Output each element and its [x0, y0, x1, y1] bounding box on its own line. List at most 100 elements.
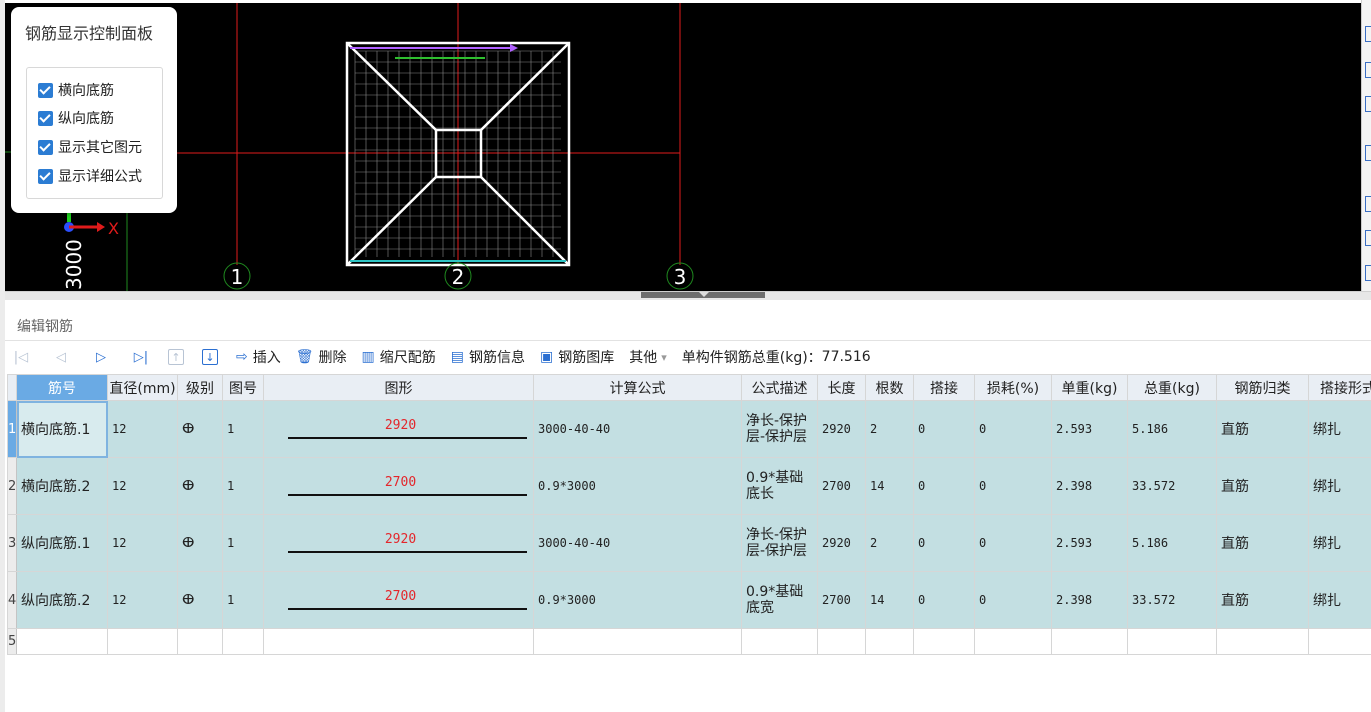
- table-row[interactable]: 2 横向底筋.2 12 ⴲ 1 2700 0.9*3000 0.9*基础底长 2…: [7, 457, 1371, 515]
- empty-cell[interactable]: [865, 628, 914, 655]
- column-header[interactable]: 直径(mm): [107, 374, 178, 401]
- tool-icon[interactable]: [1365, 145, 1371, 161]
- empty-cell[interactable]: [16, 628, 108, 655]
- row-number[interactable]: 5: [7, 628, 17, 655]
- column-header[interactable]: 图号: [222, 374, 264, 401]
- cell-shape[interactable]: 2700: [263, 457, 534, 515]
- empty-cell[interactable]: [533, 628, 742, 655]
- checkbox-show-other-elements[interactable]: 显示其它图元: [38, 136, 142, 158]
- column-header[interactable]: 长度: [817, 374, 866, 401]
- cell-length[interactable]: 2700: [817, 457, 866, 515]
- column-header[interactable]: 总重(kg): [1127, 374, 1217, 401]
- cell-count[interactable]: 2: [865, 400, 914, 458]
- other-menu-button[interactable]: 其他 ▾: [629, 347, 667, 367]
- tool-icon[interactable]: [1365, 96, 1371, 112]
- empty-cell[interactable]: [1216, 628, 1309, 655]
- cell-shape[interactable]: 2700: [263, 571, 534, 629]
- cell-grade[interactable]: ⴲ: [177, 457, 223, 515]
- column-header[interactable]: 公式描述: [741, 374, 818, 401]
- scale-rebar-button[interactable]: ▥ 缩尺配筋: [362, 347, 436, 367]
- checkbox-checked-icon[interactable]: [38, 139, 53, 155]
- cell-formula-desc[interactable]: 0.9*基础底长: [741, 457, 818, 515]
- column-header[interactable]: 筋号: [16, 374, 108, 401]
- move-down-icon[interactable]: ↓: [202, 349, 218, 365]
- column-header[interactable]: 钢筋归类: [1216, 374, 1309, 401]
- cell-diameter[interactable]: 12: [107, 400, 178, 458]
- cad-viewport[interactable]: 1 2 3 X 3000: [5, 3, 1361, 291]
- empty-cell[interactable]: [1127, 628, 1217, 655]
- cell-formula-desc[interactable]: 净长-保护层-保护层: [741, 400, 818, 458]
- cell-formula-desc[interactable]: 净长-保护层-保护层: [741, 514, 818, 572]
- tool-icon[interactable]: [1365, 230, 1371, 246]
- empty-cell[interactable]: [107, 628, 178, 655]
- table-row[interactable]: 3 纵向底筋.1 12 ⴲ 1 2920 3000-40-40 净长-保护层-保…: [7, 514, 1371, 572]
- cell-loss[interactable]: 0: [974, 514, 1052, 572]
- tool-icon[interactable]: [1365, 265, 1371, 281]
- cell-category[interactable]: 直筋: [1216, 571, 1309, 629]
- empty-cell[interactable]: [177, 628, 223, 655]
- cell-rebar-name[interactable]: 横向底筋.1: [16, 400, 108, 458]
- cell-category[interactable]: 直筋: [1216, 457, 1309, 515]
- tool-icon[interactable]: [1365, 196, 1371, 212]
- cell-formula[interactable]: 3000-40-40: [533, 400, 742, 458]
- last-record-icon[interactable]: ▷|: [128, 345, 154, 369]
- cell-length[interactable]: 2700: [817, 571, 866, 629]
- cell-unit-weight[interactable]: 2.593: [1051, 514, 1128, 572]
- cell-loss[interactable]: 0: [974, 400, 1052, 458]
- cell-figure-number[interactable]: 1: [222, 571, 264, 629]
- table-row[interactable]: 4 纵向底筋.2 12 ⴲ 1 2700 0.9*3000 0.9*基础底宽 2…: [7, 571, 1371, 629]
- cell-count[interactable]: 14: [865, 571, 914, 629]
- cell-figure-number[interactable]: 1: [222, 457, 264, 515]
- column-header[interactable]: 搭接形式: [1308, 374, 1371, 401]
- cell-diameter[interactable]: 12: [107, 514, 178, 572]
- cell-length[interactable]: 2920: [817, 514, 866, 572]
- cell-rebar-name[interactable]: 横向底筋.2: [16, 457, 108, 515]
- cell-total-weight[interactable]: 5.186: [1127, 514, 1217, 572]
- next-record-icon[interactable]: ▷: [88, 345, 114, 369]
- row-number[interactable]: 4: [7, 571, 17, 629]
- drawing-canvas[interactable]: 1 2 3 X 3000: [5, 3, 1361, 291]
- column-header[interactable]: 损耗(%): [974, 374, 1052, 401]
- row-number[interactable]: 2: [7, 457, 17, 515]
- cell-lap-type[interactable]: 绑扎: [1308, 400, 1371, 458]
- cell-formula[interactable]: 3000-40-40: [533, 514, 742, 572]
- cell-unit-weight[interactable]: 2.398: [1051, 457, 1128, 515]
- empty-cell[interactable]: [741, 628, 818, 655]
- cell-shape[interactable]: 2920: [263, 514, 534, 572]
- rebar-library-button[interactable]: ▣ 钢筋图库: [540, 347, 614, 367]
- move-up-icon[interactable]: ↑: [168, 349, 184, 365]
- prev-record-icon[interactable]: ◁: [48, 345, 74, 369]
- row-number[interactable]: 3: [7, 514, 17, 572]
- delete-button[interactable]: 🗑 删除: [296, 347, 347, 367]
- cell-loss[interactable]: 0: [974, 457, 1052, 515]
- cell-formula[interactable]: 0.9*3000: [533, 457, 742, 515]
- checkbox-show-detailed-formula[interactable]: 显示详细公式: [38, 165, 142, 187]
- rebar-table[interactable]: 筋号 直径(mm) 级别 图号 图形 计算公式 公式描述 长度 根数 搭接 损耗…: [7, 374, 1371, 657]
- checkbox-checked-icon[interactable]: [38, 168, 53, 184]
- column-header[interactable]: 根数: [865, 374, 914, 401]
- cell-lap[interactable]: 0: [913, 457, 975, 515]
- column-header[interactable]: 级别: [177, 374, 223, 401]
- empty-cell[interactable]: [263, 628, 534, 655]
- cell-lap[interactable]: 0: [913, 400, 975, 458]
- cell-formula-desc[interactable]: 0.9*基础底宽: [741, 571, 818, 629]
- cell-diameter[interactable]: 12: [107, 457, 178, 515]
- empty-cell[interactable]: [913, 628, 975, 655]
- cell-lap-type[interactable]: 绑扎: [1308, 457, 1371, 515]
- column-header[interactable]: 单重(kg): [1051, 374, 1128, 401]
- rebar-info-button[interactable]: ▤ 钢筋信息: [451, 347, 525, 367]
- first-record-icon[interactable]: |◁: [8, 345, 34, 369]
- cell-rebar-name[interactable]: 纵向底筋.2: [16, 571, 108, 629]
- empty-cell[interactable]: [222, 628, 264, 655]
- cell-shape[interactable]: 2920: [263, 400, 534, 458]
- row-number[interactable]: 1: [7, 400, 17, 458]
- cell-formula[interactable]: 0.9*3000: [533, 571, 742, 629]
- cell-total-weight[interactable]: 33.572: [1127, 571, 1217, 629]
- cell-lap-type[interactable]: 绑扎: [1308, 571, 1371, 629]
- checkbox-checked-icon[interactable]: [38, 82, 53, 98]
- panel-splitter[interactable]: [5, 291, 1371, 300]
- table-row[interactable]: 1 横向底筋.1 12 ⴲ 1 2920 3000-40-40 净长-保护层-保…: [7, 400, 1371, 458]
- column-header[interactable]: 图形: [263, 374, 534, 401]
- cell-lap[interactable]: 0: [913, 571, 975, 629]
- cell-lap[interactable]: 0: [913, 514, 975, 572]
